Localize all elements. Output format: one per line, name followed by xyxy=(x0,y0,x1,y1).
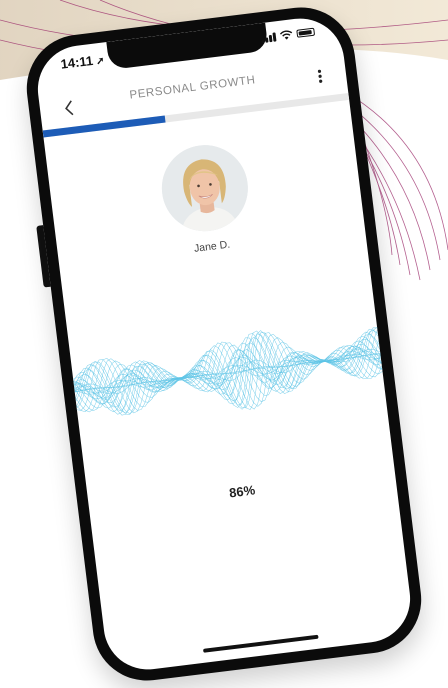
status-icons xyxy=(260,27,316,44)
avatar-photo xyxy=(156,140,253,237)
more-options-button[interactable] xyxy=(311,65,329,87)
score-percentage: 86% xyxy=(228,482,256,501)
sound-wave-visual xyxy=(53,325,404,416)
wifi-icon xyxy=(279,30,293,40)
status-time: 14:11 ➚ xyxy=(60,52,105,72)
app-screen: 14:11 ➚ PERSONAL GROWTH Jane D. 86% xyxy=(32,13,416,675)
home-indicator[interactable] xyxy=(202,634,319,653)
battery-icon xyxy=(296,27,316,38)
wave-line xyxy=(54,327,403,415)
status-time-text: 14:11 xyxy=(59,52,94,72)
location-arrow-icon: ➚ xyxy=(95,55,106,68)
wave-line xyxy=(53,325,400,412)
wave-line xyxy=(53,327,399,413)
avatar xyxy=(156,140,253,237)
cellular-signal-icon xyxy=(260,31,277,44)
more-vertical-icon xyxy=(317,69,323,83)
